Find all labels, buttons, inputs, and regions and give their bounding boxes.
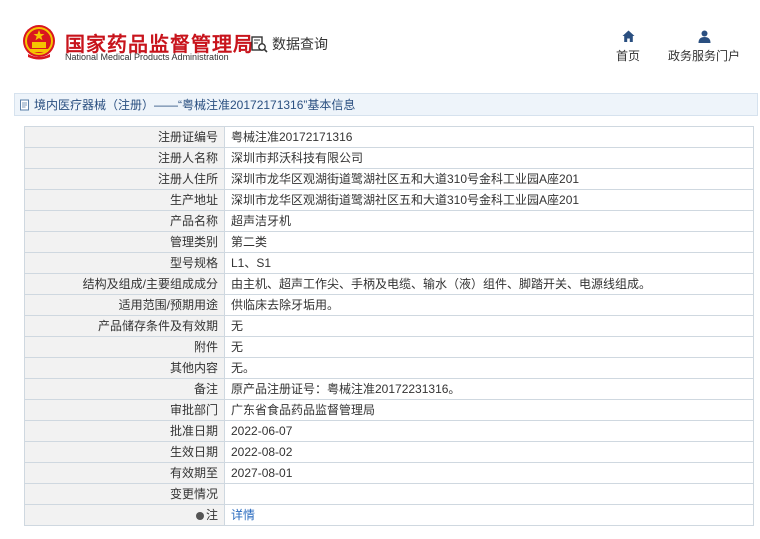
row-value: 由主机、超声工作尖、手柄及电缆、输水（液）组件、脚踏开关、电源线组成。 xyxy=(224,273,754,295)
row-label: 结构及组成/主要组成成分 xyxy=(24,273,225,295)
row-value-note: 详情 xyxy=(224,504,754,526)
table-row: 型号规格 L1、S1 xyxy=(24,252,754,274)
note-label: 注 xyxy=(205,508,218,522)
document-icon xyxy=(20,99,29,110)
row-label: 备注 xyxy=(24,378,225,400)
row-label: 型号规格 xyxy=(24,252,225,274)
row-label: 有效期至 xyxy=(24,462,225,484)
row-label: 批准日期 xyxy=(24,420,225,442)
row-value: 供临床去除牙垢用。 xyxy=(224,294,754,316)
row-label: 注册证编号 xyxy=(24,126,225,148)
table-row: 注册人名称 深圳市邦沃科技有限公司 xyxy=(24,147,754,169)
table-row: 批准日期 2022-06-07 xyxy=(24,420,754,442)
details-link[interactable]: 详情 xyxy=(231,508,255,522)
pin-icon xyxy=(195,511,204,520)
breadcrumb-text: 境内医疗器械（注册）——“粤械注准20172171316”基本信息 xyxy=(34,98,356,112)
row-value: 无 xyxy=(224,315,754,337)
table-row: 产品储存条件及有效期无 xyxy=(24,315,754,337)
row-value: L1、S1 xyxy=(224,252,754,274)
row-label: 产品名称 xyxy=(24,210,225,232)
row-value: 第二类 xyxy=(224,231,754,253)
row-value: 原产品注册证号：粤械注准20172231316。 xyxy=(224,378,754,400)
row-value: 2022-08-02 xyxy=(224,441,754,463)
row-value: 2022-06-07 xyxy=(224,420,754,442)
table-row: 注册证编号 粤械注准20172171316 xyxy=(24,126,754,148)
row-label: 附件 xyxy=(24,336,225,358)
table-row: 备注 原产品注册证号：粤械注准20172231316。 xyxy=(24,378,754,400)
row-label: 审批部门 xyxy=(24,399,225,421)
national-emblem-icon xyxy=(23,25,55,60)
row-value: 粤械注准20172171316 xyxy=(224,126,754,148)
row-value: 无。 xyxy=(224,357,754,379)
row-value: 深圳市邦沃科技有限公司 xyxy=(224,147,754,169)
table-row: 变更情况 xyxy=(24,483,754,505)
table-row: 管理类别 第二类 xyxy=(24,231,754,253)
home-icon xyxy=(622,30,634,42)
row-label-note: 注 xyxy=(24,504,225,526)
table-row: 附件无 xyxy=(24,336,754,358)
row-label: 产品储存条件及有效期 xyxy=(24,315,225,337)
row-label: 管理类别 xyxy=(24,231,225,253)
data-query-link[interactable]: 数据查询 xyxy=(250,34,328,54)
search-document-icon xyxy=(251,36,268,53)
site-header: 国家药品监督管理局 National Medical Products Admi… xyxy=(0,0,760,90)
data-query-label: 数据查询 xyxy=(272,36,328,52)
nav-service-portal[interactable]: 政务服务门户 xyxy=(666,30,742,64)
row-label: 生产地址 xyxy=(24,189,225,211)
row-label: 其他内容 xyxy=(24,357,225,379)
table-row: 审批部门 广东省食品药品监督管理局 xyxy=(24,399,754,421)
user-icon xyxy=(698,30,710,43)
table-row: 有效期至 2027-08-01 xyxy=(24,462,754,484)
table-row: 其他内容 无。 xyxy=(24,357,754,379)
table-row: 生效日期 2022-08-02 xyxy=(24,441,754,463)
row-label: 生效日期 xyxy=(24,441,225,463)
nav-home-label: 首页 xyxy=(615,49,640,63)
row-value: 深圳市龙华区观湖街道鹭湖社区五和大道310号金科工业园A座201 xyxy=(224,189,754,211)
row-value xyxy=(224,483,754,505)
row-value: 广东省食品药品监督管理局 xyxy=(224,399,754,421)
registration-info-table: 注册证编号 粤械注准20172171316 注册人名称 深圳市邦沃科技有限公司 注册人住… xyxy=(24,126,754,526)
row-label: 注册人住所 xyxy=(24,168,225,190)
row-label: 注册人名称 xyxy=(24,147,225,169)
table-row: 适用范围/预期用途 供临床去除牙垢用。 xyxy=(24,294,754,316)
row-value: 2027-08-01 xyxy=(224,462,754,484)
table-row: 结构及组成/主要组成成分 由主机、超声工作尖、手柄及电缆、输水（液）组件、脚踏开关… xyxy=(24,273,754,295)
table-row: 产品名称 超声洁牙机 xyxy=(24,210,754,232)
table-row: 注册人住所 深圳市龙华区观湖街道鹭湖社区五和大道310号金科工业园A座201 xyxy=(24,168,754,190)
nav-home[interactable]: 首页 xyxy=(614,30,642,64)
row-value: 超声洁牙机 xyxy=(224,210,754,232)
breadcrumb: 境内医疗器械（注册）——“粤械注准20172171316”基本信息 xyxy=(14,93,758,116)
row-label: 适用范围/预期用途 xyxy=(24,294,225,316)
table-row: 生产地址 深圳市龙华区观湖街道鹭湖社区五和大道310号金科工业园A座201 xyxy=(24,189,754,211)
row-label: 变更情况 xyxy=(24,483,225,505)
row-value: 深圳市龙华区观湖街道鹭湖社区五和大道310号金科工业园A座201 xyxy=(224,168,754,190)
nav-portal-label: 政务服务门户 xyxy=(667,49,740,63)
row-value: 无 xyxy=(224,336,754,358)
table-row-note: 注详情 xyxy=(24,504,754,526)
brand-subtitle: National Medical Products Administration xyxy=(65,52,229,62)
